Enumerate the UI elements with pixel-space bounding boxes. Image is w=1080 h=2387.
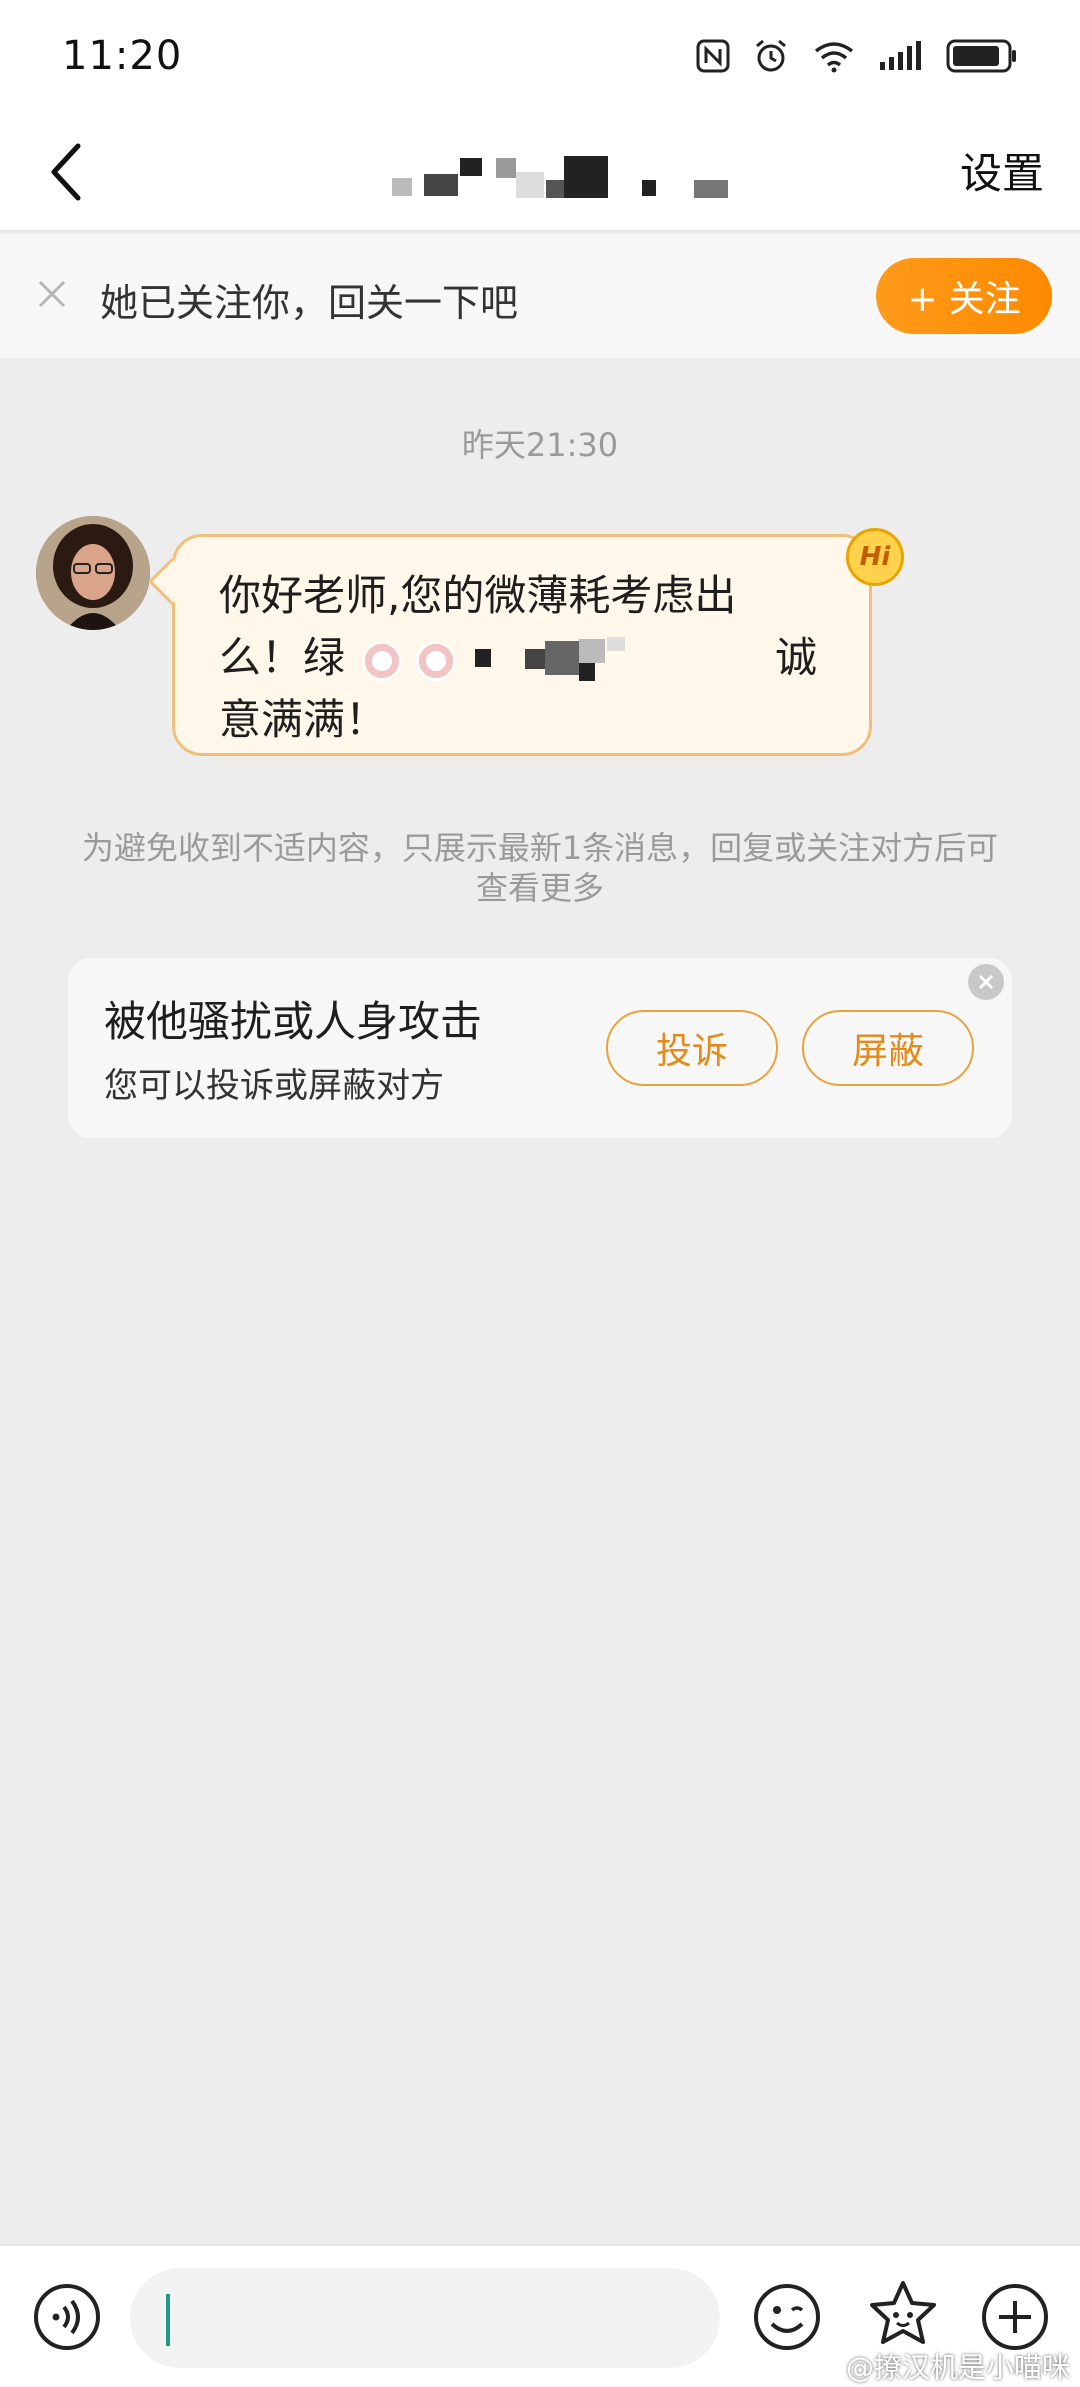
- message-line-3: 意满满！: [219, 695, 388, 744]
- plus-icon: [982, 2284, 1048, 2350]
- avatar-portrait: [36, 516, 150, 630]
- message-bubble[interactable]: 你好老师,您的微薄耗考虑出 么！绿 诚 意满满！: [172, 534, 872, 756]
- complain-button-label: 投诉: [655, 1031, 728, 1072]
- message-input[interactable]: [130, 2268, 720, 2368]
- more-button[interactable]: [980, 2282, 1050, 2352]
- block-button[interactable]: 屏蔽: [802, 1010, 974, 1086]
- status-bar: 11:20: [0, 0, 1080, 112]
- follow-back-banner: 她已关注你，回关一下吧 + 关注: [0, 234, 1080, 358]
- complain-button[interactable]: 投诉: [606, 1010, 778, 1086]
- hi-badge-icon: Hi: [846, 528, 904, 586]
- close-icon: [978, 974, 994, 990]
- settings-button[interactable]: 设置: [960, 140, 1044, 201]
- report-subtitle: 您可以投诉或屏蔽对方: [104, 1066, 444, 1106]
- limited-messages-notice: 为避免收到不适内容，只展示最新1条消息，回复或关注对方后可查看更多: [81, 829, 999, 907]
- star-face-icon: [870, 2281, 936, 2344]
- emoji-button[interactable]: [752, 2282, 822, 2352]
- watermark: @撩汉机是小喵咪: [845, 2351, 1070, 2384]
- bubble-emoji-icon: [415, 640, 456, 681]
- alarm-icon: [756, 39, 786, 72]
- status-time: 11:20: [62, 33, 183, 79]
- close-icon: [38, 280, 66, 308]
- report-card: 被他骚扰或人身攻击 您可以投诉或屏蔽对方 投诉 屏蔽: [68, 958, 1012, 1138]
- follow-button[interactable]: + 关注: [876, 258, 1052, 334]
- redacted-contact-info: [475, 637, 655, 683]
- smile-icon: [754, 2284, 820, 2350]
- banner-close-button[interactable]: [30, 272, 74, 316]
- status-icons: [696, 37, 1018, 75]
- nfc-icon: [696, 39, 730, 73]
- follow-button-label: + 关注: [907, 279, 1021, 320]
- battery-icon: [946, 39, 1016, 73]
- sender-avatar[interactable]: [36, 516, 150, 630]
- back-button[interactable]: [30, 136, 102, 208]
- voice-button[interactable]: [32, 2282, 102, 2352]
- sticker-button[interactable]: [866, 2278, 940, 2352]
- message-line-2-tail: 诚: [775, 633, 818, 682]
- bubble-emoji-icon: [362, 640, 403, 681]
- report-card-close-button[interactable]: [968, 964, 1004, 1000]
- nav-bar: 设置: [0, 112, 1080, 232]
- follow-back-text: 她已关注你，回关一下吧: [100, 281, 519, 325]
- wifi-icon: [814, 42, 854, 73]
- message-timestamp: 昨天21:30: [461, 426, 619, 464]
- signal-icon: [880, 41, 921, 70]
- block-button-label: 屏蔽: [851, 1031, 924, 1072]
- message-line-1: 你好老师,您的微薄耗考虑出: [219, 571, 737, 620]
- report-title: 被他骚扰或人身攻击: [104, 997, 483, 1046]
- text-caret: [166, 2294, 170, 2346]
- chat-screen: 11:20 设置 她已关注你，回关一下吧 + 关注 昨天21:30 你好老师,您…: [0, 0, 1080, 2387]
- voice-icon: [34, 2284, 100, 2350]
- contact-name-redacted: [380, 152, 740, 202]
- chevron-left-icon: [51, 143, 81, 201]
